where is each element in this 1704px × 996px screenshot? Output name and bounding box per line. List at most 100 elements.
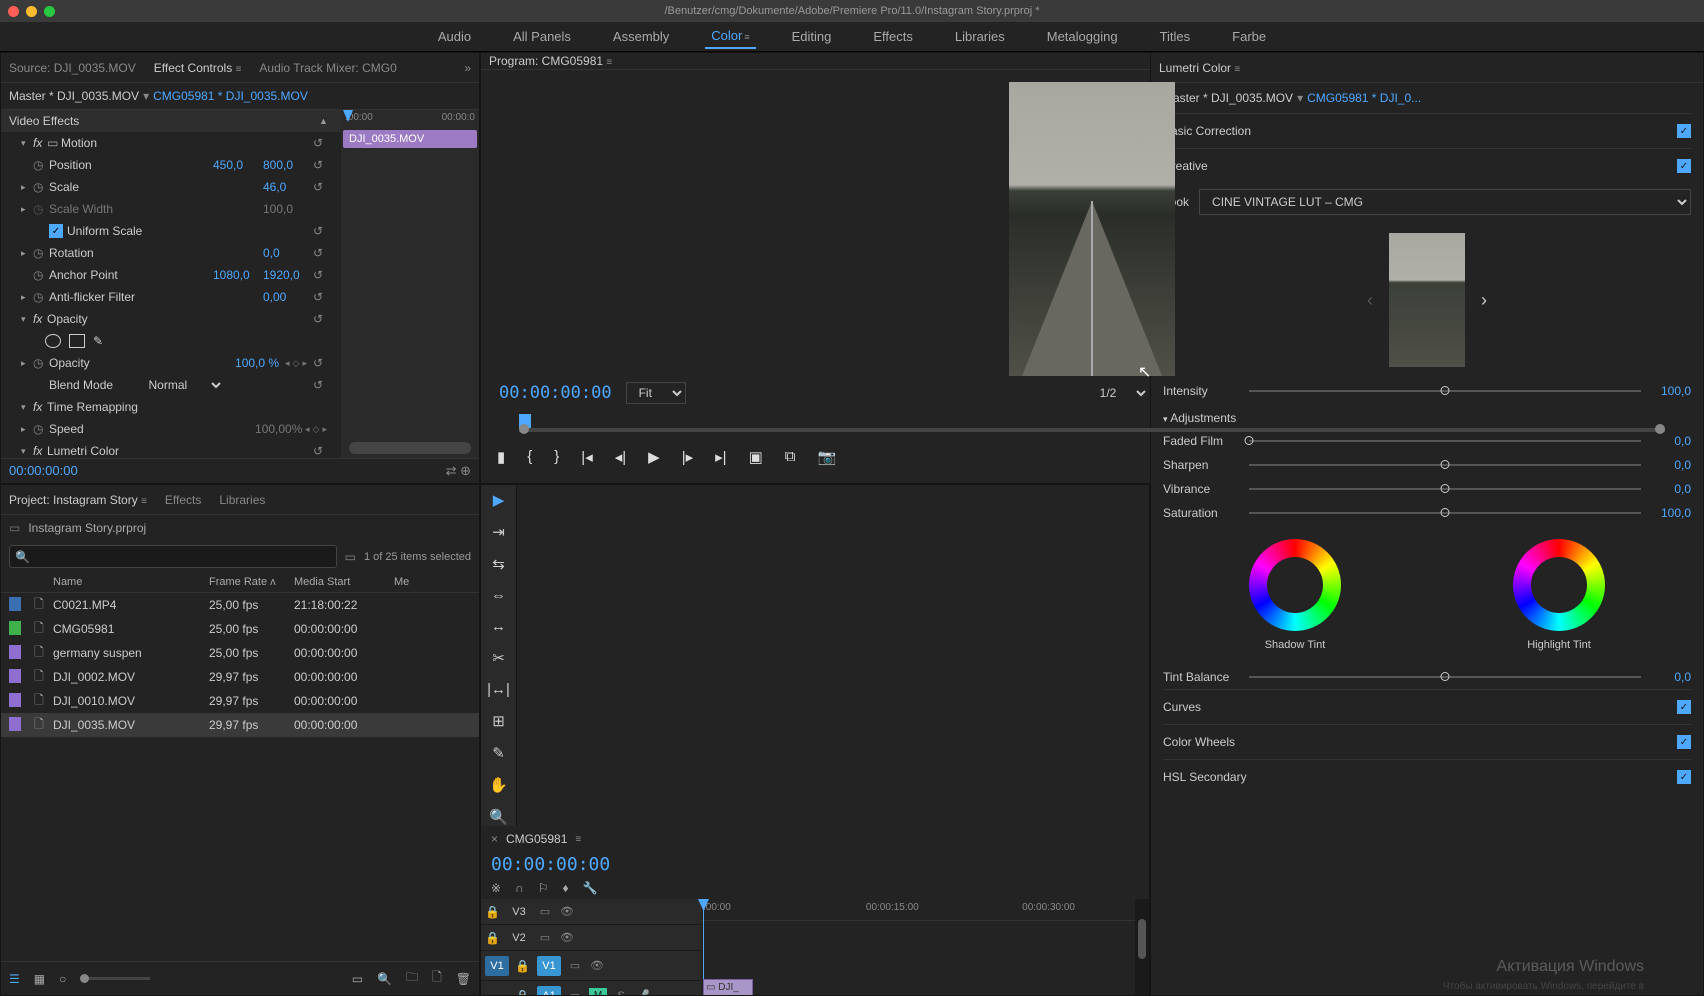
- snap-icon[interactable]: ※: [491, 881, 501, 895]
- linked-selection-icon[interactable]: ⚐: [538, 881, 549, 895]
- reset-icon[interactable]: ↺: [313, 290, 333, 304]
- vibrance-value[interactable]: 0,0: [1649, 482, 1691, 496]
- rate-stretch-tool-icon[interactable]: ↔: [491, 618, 506, 635]
- slide-tool-icon[interactable]: ⊞: [492, 712, 505, 730]
- maximize-window[interactable]: [44, 6, 55, 17]
- tl-vscroll[interactable]: [1135, 899, 1149, 996]
- timeremap-label[interactable]: Time Remapping: [47, 400, 333, 414]
- track-v2[interactable]: V2: [507, 928, 531, 948]
- new-item-icon[interactable]: ▭: [352, 972, 363, 986]
- lum-hsl[interactable]: HSL Secondary: [1163, 770, 1247, 784]
- anchor-x[interactable]: 1080,0: [213, 268, 263, 282]
- stopwatch-icon[interactable]: ◷: [33, 422, 49, 436]
- timeline-content[interactable]: :00:00 00:00:15:00 00:00:30:00 ▭ DJI_: [701, 899, 1135, 996]
- track-a1[interactable]: A1: [537, 986, 561, 996]
- look-select[interactable]: CINE VINTAGE LUT – CMG: [1199, 189, 1691, 215]
- export-frame-icon[interactable]: 📷: [818, 448, 837, 466]
- saturation-slider[interactable]: [1249, 512, 1641, 514]
- workspace-metalogging[interactable]: Metalogging: [1041, 25, 1124, 48]
- stopwatch-icon[interactable]: ◷: [33, 356, 49, 370]
- lum-color-wheels[interactable]: Color Wheels: [1163, 735, 1235, 749]
- ec-right-hscroll[interactable]: [349, 442, 471, 454]
- ec-clip-link[interactable]: CMG05981 * DJI_0035.MOV: [153, 89, 308, 103]
- creative-toggle[interactable]: ✓: [1677, 159, 1691, 173]
- eye-icon[interactable]: 👁: [589, 959, 605, 972]
- sharpen-slider[interactable]: [1249, 464, 1641, 466]
- stopwatch-icon[interactable]: ◷: [33, 180, 49, 194]
- lock-icon[interactable]: 🔒: [515, 989, 531, 996]
- mic-icon[interactable]: 🎤: [635, 989, 651, 996]
- workspace-assembly[interactable]: Assembly: [607, 25, 675, 48]
- minimize-window[interactable]: [26, 6, 37, 17]
- stopwatch-icon[interactable]: ◷: [33, 246, 49, 260]
- lock-icon[interactable]: 🔒: [515, 959, 531, 973]
- section-collapse-icon[interactable]: ▲: [319, 116, 333, 126]
- opacity-value[interactable]: 100,0 %: [235, 356, 285, 370]
- eye-icon[interactable]: 👁: [559, 905, 575, 918]
- mask-pen-icon[interactable]: ✎: [93, 334, 103, 348]
- pen-tool-icon[interactable]: ✎: [492, 744, 505, 762]
- stopwatch-icon[interactable]: ◷: [33, 158, 49, 172]
- reset-icon[interactable]: ↺: [313, 224, 333, 238]
- eye-icon[interactable]: 👁: [559, 931, 575, 944]
- workspace-titles[interactable]: Titles: [1154, 25, 1197, 48]
- lock-icon[interactable]: 🔒: [485, 931, 501, 945]
- tab-audio-mixer[interactable]: Audio Track Mixer: CMG0: [259, 61, 396, 75]
- intensity-value[interactable]: 100,0: [1649, 384, 1691, 398]
- fx-toggle-icon[interactable]: ▭: [567, 989, 583, 996]
- overflow-icon[interactable]: »: [464, 61, 471, 75]
- stopwatch-icon[interactable]: ◷: [33, 290, 49, 304]
- workspace-allpanels[interactable]: All Panels: [507, 25, 577, 48]
- twirl-icon[interactable]: ▾: [21, 314, 33, 325]
- program-scrubber[interactable]: [519, 414, 1665, 434]
- fx-badge-icon[interactable]: fx: [33, 444, 47, 458]
- reset-icon[interactable]: ↺: [313, 356, 333, 370]
- mask-rect-icon[interactable]: [69, 334, 85, 348]
- fadedfilm-slider[interactable]: [1249, 440, 1641, 442]
- reset-icon[interactable]: ↺: [313, 180, 333, 194]
- new-bin-icon[interactable]: 🗀: [406, 968, 418, 989]
- twirl-icon[interactable]: ▾: [21, 138, 33, 149]
- tint-balance-slider[interactable]: [1249, 676, 1641, 678]
- program-timecode-left[interactable]: 00:00:00:00: [499, 383, 612, 403]
- timeline-timecode[interactable]: 00:00:00:00: [481, 852, 1149, 877]
- fx-badge-icon[interactable]: fx: [33, 400, 47, 414]
- timeline-clip[interactable]: ▭ DJI_: [703, 979, 753, 996]
- new-item-menu-icon[interactable]: 🗋: [432, 968, 442, 989]
- settings-icon[interactable]: 🔧: [583, 881, 598, 895]
- position-x[interactable]: 450,0: [213, 158, 263, 172]
- lumetri-effect-label[interactable]: Lumetri Color: [47, 444, 313, 458]
- project-search-input[interactable]: [9, 545, 337, 568]
- extract-icon[interactable]: ⧉: [785, 448, 796, 465]
- project-row[interactable]: 🗋 CMG05981 25,00 fps 00:00:00:00: [1, 617, 479, 641]
- workspace-effects[interactable]: Effects: [867, 25, 919, 48]
- tab-effect-controls[interactable]: Effect Controls ≡: [154, 61, 242, 75]
- speed-value[interactable]: 100,00%: [255, 422, 305, 436]
- lum-basic-correction[interactable]: Basic Correction: [1163, 124, 1251, 138]
- sharpen-value[interactable]: 0,0: [1649, 458, 1691, 472]
- track-select-tool-icon[interactable]: ⇥: [492, 523, 505, 541]
- opacity-section-label[interactable]: Opacity: [47, 312, 313, 326]
- reset-icon[interactable]: ↺: [313, 378, 333, 392]
- stopwatch-icon[interactable]: ◷: [33, 268, 49, 282]
- zoom-tool-icon[interactable]: 🔍: [489, 808, 508, 826]
- workspace-libraries[interactable]: Libraries: [949, 25, 1011, 48]
- tab-libraries[interactable]: Libraries: [219, 493, 265, 507]
- magnet-icon[interactable]: ∩: [515, 881, 524, 895]
- sequence-name[interactable]: CMG05981: [506, 832, 567, 846]
- reset-icon[interactable]: ↺: [313, 444, 333, 458]
- mask-ellipse-icon[interactable]: [45, 334, 61, 348]
- saturation-value[interactable]: 100,0: [1649, 506, 1691, 520]
- tint-balance-value[interactable]: 0,0: [1649, 670, 1691, 684]
- resolution-select[interactable]: 1/2: [1088, 383, 1149, 403]
- rolling-tool-icon[interactable]: ⇔: [491, 587, 506, 604]
- zoom-fit-select[interactable]: Fit: [626, 382, 686, 404]
- project-row[interactable]: 🗋 DJI_0002.MOV 29,97 fps 00:00:00:00: [1, 665, 479, 689]
- mark-in-icon[interactable]: ▮: [497, 448, 505, 466]
- position-y[interactable]: 800,0: [263, 158, 313, 172]
- lock-icon[interactable]: 🔒: [485, 905, 501, 919]
- reset-icon[interactable]: ↺: [313, 312, 333, 326]
- reset-icon[interactable]: ↺: [313, 136, 333, 150]
- bracket-in-icon[interactable]: {: [527, 448, 532, 465]
- shadow-tint-wheel[interactable]: [1249, 539, 1341, 631]
